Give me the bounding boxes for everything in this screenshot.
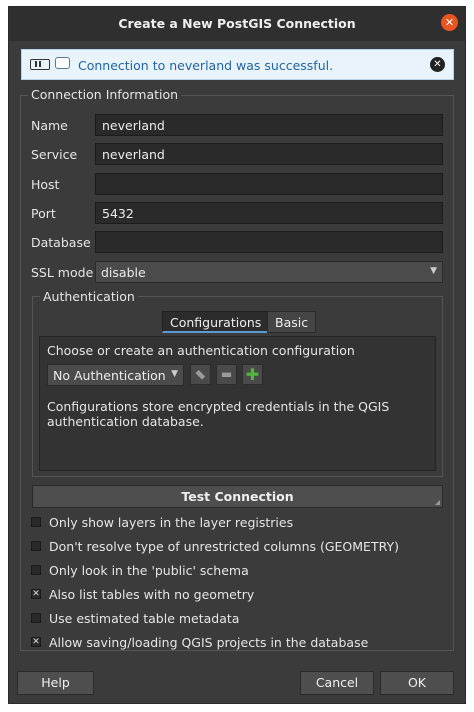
ssl-mode-value: disable xyxy=(101,265,146,280)
host-input[interactable] xyxy=(95,173,443,195)
option-label: Also list tables with no geometry xyxy=(49,587,255,602)
database-label: Database xyxy=(31,235,91,250)
option-label: Only show layers in the layer registries xyxy=(49,515,294,530)
connection-information-title: Connection Information xyxy=(28,87,182,102)
checkbox[interactable]: ✕ xyxy=(31,637,41,647)
chevron-down-icon: ▼ xyxy=(430,266,437,276)
plus-icon: ✚ xyxy=(245,365,260,384)
message-bar: Connection to neverland was successful. … xyxy=(21,49,454,80)
message-bar-icon xyxy=(30,59,50,70)
cancel-button[interactable]: Cancel xyxy=(300,671,374,695)
window-title: Create a New PostGIS Connection xyxy=(118,16,356,31)
auth-prompt: Choose or create an authentication confi… xyxy=(47,343,355,358)
ok-button[interactable]: OK xyxy=(380,671,454,695)
option-label: Allow saving/loading QGIS projects in th… xyxy=(49,635,369,650)
ssl-mode-select[interactable]: disable ▼ xyxy=(95,261,443,283)
tab-basic[interactable]: Basic xyxy=(267,311,317,333)
auth-config-value: No Authentication xyxy=(53,368,166,383)
authentication-title: Authentication xyxy=(40,289,138,304)
checkbox[interactable] xyxy=(31,517,41,527)
checkbox[interactable] xyxy=(31,541,41,551)
ssl-mode-label: SSL mode xyxy=(31,265,94,280)
auth-config-note: Configurations store encrypted credentia… xyxy=(47,399,390,429)
option-label: Don't resolve type of unrestricted colum… xyxy=(49,539,399,554)
close-window-icon[interactable]: ✕ xyxy=(441,14,458,31)
checkbox[interactable] xyxy=(31,565,41,575)
service-input[interactable] xyxy=(95,143,443,165)
name-input[interactable] xyxy=(95,114,443,136)
host-label: Host xyxy=(31,177,60,192)
add-config-button[interactable]: ✚ xyxy=(242,364,263,385)
pencil-icon: ▬ xyxy=(191,365,210,384)
tab-configurations[interactable]: Configurations xyxy=(162,311,270,333)
service-label: Service xyxy=(31,147,78,162)
checkbox[interactable] xyxy=(31,613,41,623)
chevron-down-icon: ▼ xyxy=(171,369,178,379)
speech-bubble-icon xyxy=(55,57,70,69)
dialog-window: Create a New PostGIS Connection ✕ Connec… xyxy=(8,6,466,704)
database-input[interactable] xyxy=(95,231,443,253)
help-button[interactable]: Help xyxy=(17,671,94,695)
checkbox[interactable]: ✕ xyxy=(31,589,41,599)
test-connection-button[interactable]: Test Connection xyxy=(32,485,443,508)
port-label: Port xyxy=(31,206,56,221)
port-input[interactable] xyxy=(95,202,443,224)
edit-config-button[interactable]: ▬ xyxy=(190,364,211,385)
message-text: Connection to neverland was successful. xyxy=(78,58,334,73)
option-label: Use estimated table metadata xyxy=(49,611,240,626)
name-label: Name xyxy=(31,118,68,133)
dismiss-message-icon[interactable]: ✕ xyxy=(430,57,445,72)
minus-icon: ▬ xyxy=(220,367,233,381)
title-bar: Create a New PostGIS Connection ✕ xyxy=(9,7,465,41)
remove-config-button[interactable]: ▬ xyxy=(216,364,237,385)
auth-config-select[interactable]: No Authentication ▼ xyxy=(47,364,184,386)
option-label: Only look in the 'public' schema xyxy=(49,563,249,578)
